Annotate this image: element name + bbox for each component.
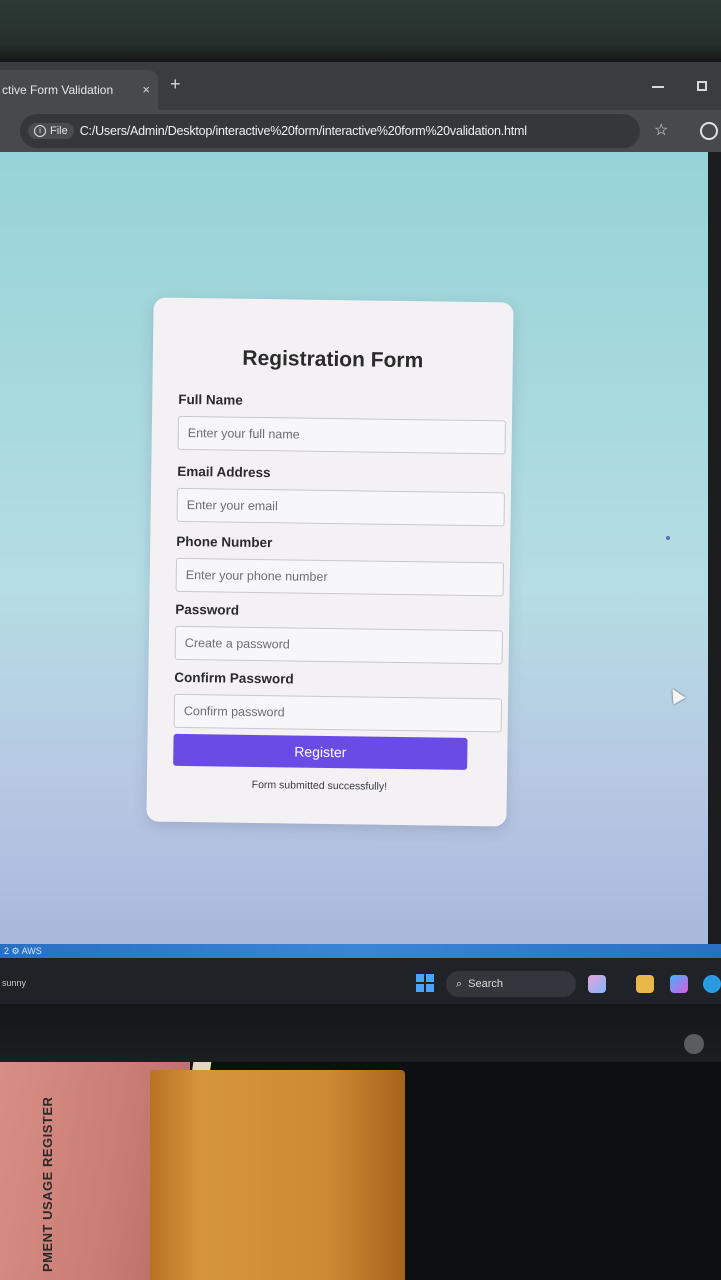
profile-icon[interactable] — [700, 122, 718, 140]
book-spine-text: PMENT USAGE REGISTER — [40, 1096, 55, 1272]
monitor-bezel-bottom — [0, 1004, 721, 1070]
monitor-logo-icon — [684, 1034, 704, 1054]
file-explorer-icon[interactable] — [636, 975, 654, 993]
close-icon[interactable]: × — [142, 82, 150, 97]
taskbar-search-label: Search — [468, 978, 504, 990]
email-label: Email Address — [177, 463, 271, 481]
browser-tabstrip: ctive Form Validation × + — [0, 62, 721, 110]
taskbar: sunny ⌕ Search — [0, 958, 721, 1004]
address-bar[interactable]: i File C:/Users/Admin/Desktop/interactiv… — [20, 114, 640, 148]
orange-book — [150, 1070, 405, 1280]
minimize-icon[interactable] — [652, 86, 664, 88]
phone-label: Phone Number — [176, 533, 273, 551]
desk-area: PMENT USAGE REGISTER — [0, 1062, 721, 1280]
taskbar-widget-strip: 2 ⚙ AWS — [0, 944, 721, 958]
page-viewport: Registration Form Full Name Email Addres… — [0, 152, 708, 950]
phone-input[interactable] — [175, 557, 505, 597]
confirm-password-label: Confirm Password — [174, 669, 294, 687]
monitor-bezel-top — [0, 0, 721, 62]
taskbar-user-label: sunny — [2, 978, 27, 988]
info-icon: i — [34, 125, 46, 137]
email-input[interactable] — [176, 487, 505, 527]
registration-form-card: Registration Form Full Name Email Addres… — [146, 297, 514, 827]
password-input[interactable] — [174, 625, 504, 665]
browser-tab[interactable]: ctive Form Validation × — [0, 70, 158, 110]
site-info-chip[interactable]: i File — [28, 123, 74, 139]
mouse-cursor-icon — [666, 685, 686, 705]
url-text: C:/Users/Admin/Desktop/interactive%20for… — [79, 124, 527, 138]
site-info-label: File — [50, 125, 68, 137]
search-icon: ⌕ — [456, 977, 463, 990]
tab-title: ctive Form Validation — [2, 83, 114, 97]
browser-toolbar: i File C:/Users/Admin/Desktop/interactiv… — [0, 110, 721, 152]
windows-start-icon[interactable] — [416, 974, 434, 992]
stray-dot — [666, 536, 670, 540]
taskbar-app-widgets-icon[interactable] — [588, 975, 606, 993]
full-name-input[interactable] — [177, 415, 506, 455]
form-title: Registration Form — [242, 346, 424, 373]
edge-browser-icon[interactable] — [703, 975, 721, 993]
maximize-icon[interactable] — [697, 81, 707, 91]
register-button[interactable]: Register — [173, 733, 468, 770]
password-label: Password — [175, 601, 240, 618]
full-name-label: Full Name — [178, 391, 243, 408]
taskbar-search[interactable]: ⌕ Search — [446, 971, 576, 997]
new-tab-icon[interactable]: + — [170, 74, 181, 95]
confirm-password-input[interactable] — [173, 693, 503, 733]
bookmark-star-icon[interactable]: ☆ — [654, 120, 668, 140]
copilot-icon[interactable] — [670, 975, 688, 993]
form-status-message: Form submitted successfully! — [251, 778, 388, 793]
